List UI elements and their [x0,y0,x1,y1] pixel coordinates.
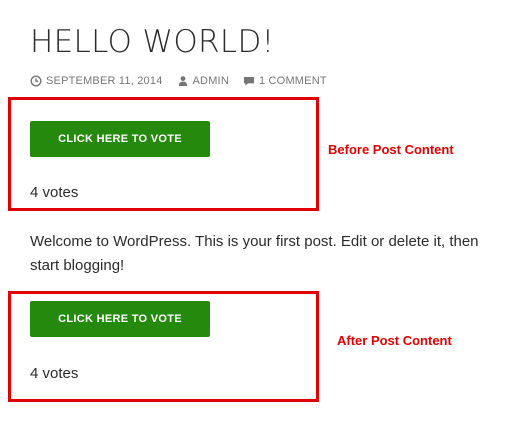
annotation-before-post-content: Before Post Content [328,142,454,157]
clock-icon [30,75,42,87]
post-author-text: ADMIN [192,75,229,87]
post-meta: SEPTEMBER 11, 2014 ADMIN 1 COMMENT [30,73,341,89]
vote-button-after[interactable]: CLICK HERE TO VOTE [30,301,210,337]
post-comments-text: 1 COMMENT [258,75,327,87]
comment-icon [243,77,254,86]
post-date-text: SEPTEMBER 11, 2014 [46,75,163,87]
post-comments-link[interactable]: 1 COMMENT [243,75,327,87]
post-author[interactable]: ADMIN [177,75,229,87]
user-icon [178,76,187,86]
post-date[interactable]: SEPTEMBER 11, 2014 [30,75,163,87]
annotation-after-post-content: After Post Content [337,333,452,348]
vote-button-before[interactable]: CLICK HERE TO VOTE [30,121,210,157]
vote-count-before: 4 votes [30,184,79,201]
vote-count-after: 4 votes [30,365,79,382]
post-content: Welcome to WordPress. This is your first… [30,233,479,274]
post-title[interactable]: HELLO WORLD! [30,22,274,62]
